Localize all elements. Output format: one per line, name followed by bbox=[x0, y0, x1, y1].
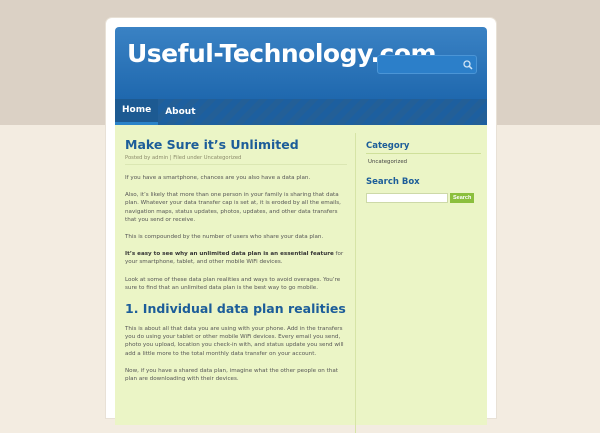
page-container: Useful-Technology.com Home About Make Su… bbox=[106, 18, 496, 433]
post-emphasis: It’s easy to see why an unlimited data p… bbox=[125, 251, 334, 258]
post: Make Sure it’s Unlimited Posted by admin… bbox=[125, 137, 347, 383]
post-paragraph: Now, if you have a shared data plan, ima… bbox=[125, 367, 338, 383]
sidebar-category-link[interactable]: Uncategorized bbox=[368, 159, 481, 165]
post-paragraph: This is compounded by the number of user… bbox=[125, 234, 324, 241]
post-meta: Posted by admin | Filed under Uncategori… bbox=[125, 155, 347, 165]
post-paragraph: Look at some of these data plan realitie… bbox=[125, 276, 341, 291]
header-search bbox=[377, 55, 477, 74]
sidebar-search-input[interactable] bbox=[366, 193, 448, 203]
column-divider bbox=[355, 133, 356, 433]
sidebar-search-button[interactable]: Search bbox=[450, 193, 475, 203]
sidebar: Category Uncategorized Search Box Search bbox=[366, 141, 481, 203]
sidebar-category-heading: Category bbox=[366, 141, 481, 154]
nav-item-about[interactable]: About bbox=[158, 99, 202, 125]
search-icon[interactable] bbox=[460, 57, 476, 73]
main-nav: Home About bbox=[115, 99, 487, 125]
header-search-input[interactable] bbox=[378, 57, 460, 72]
sidebar-search-heading: Search Box bbox=[366, 177, 420, 187]
sidebar-search: Search bbox=[366, 193, 481, 203]
nav-item-home[interactable]: Home bbox=[115, 99, 159, 125]
post-paragraph: Also, it’s likely that more than one per… bbox=[125, 192, 341, 223]
post-paragraph: It’s easy to see why an unlimited data p… bbox=[125, 250, 347, 266]
post-paragraph: If you have a smartphone, chances are yo… bbox=[125, 175, 311, 181]
post-title[interactable]: Make Sure it’s Unlimited bbox=[125, 137, 347, 152]
post-paragraph: This is about all that data you are usin… bbox=[125, 326, 344, 357]
content-area: Make Sure it’s Unlimited Posted by admin… bbox=[115, 125, 487, 433]
site-header: Useful-Technology.com bbox=[115, 27, 487, 99]
section-heading: 1. Individual data plan realities bbox=[125, 301, 346, 317]
